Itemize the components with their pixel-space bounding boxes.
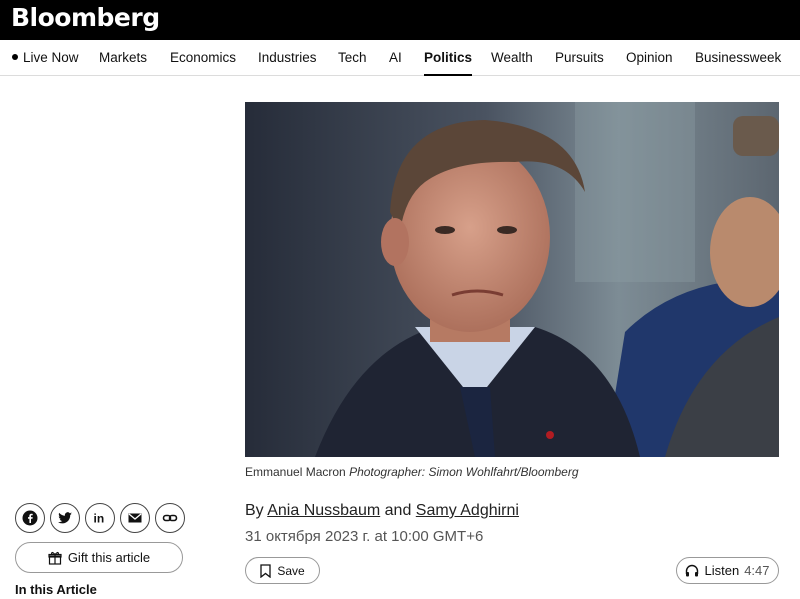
gift-article-button[interactable]: Gift this article xyxy=(15,542,183,573)
headphones-icon xyxy=(686,564,699,577)
nav-item-tech[interactable]: Tech xyxy=(338,50,367,65)
gift-label: Gift this article xyxy=(67,550,151,565)
publish-date: 31 октября 2023 г. at 10:00 GMT+6 xyxy=(245,528,484,545)
nav-item-label: Live Now xyxy=(23,50,79,65)
live-dot-icon xyxy=(12,54,18,60)
bookmark-icon xyxy=(260,563,271,578)
svg-text:in: in xyxy=(94,512,105,526)
nav-item-opinion[interactable]: Opinion xyxy=(626,50,673,65)
email-icon[interactable] xyxy=(120,503,150,533)
nav-item-businessweek[interactable]: Businessweek xyxy=(695,50,781,65)
bloomberg-logo[interactable]: Bloomberg xyxy=(11,3,160,32)
in-this-article-heading: In this Article xyxy=(15,582,97,597)
nav-item-politics[interactable]: Politics xyxy=(424,50,473,76)
facebook-icon[interactable] xyxy=(15,503,45,533)
listen-label: Listen xyxy=(704,563,740,578)
byline-prefix: By xyxy=(245,502,264,519)
nav-item-industries[interactable]: Industries xyxy=(258,50,317,65)
author-link-2[interactable]: Samy Adghirni xyxy=(416,502,519,519)
section-nav: Live Now Markets Economics Industries Te… xyxy=(0,40,800,76)
byline: By Ania Nussbaum and Samy Adghirni xyxy=(245,502,519,520)
caption-credit: Photographer: Simon Wohlfahrt/Bloomberg xyxy=(349,465,579,479)
photo-caption: Emmanuel Macron Photographer: Simon Wohl… xyxy=(245,465,579,479)
link-icon[interactable] xyxy=(155,503,185,533)
top-bar: Bloomberg xyxy=(0,0,800,40)
linkedin-icon[interactable]: in xyxy=(85,503,115,533)
twitter-icon[interactable] xyxy=(50,503,80,533)
nav-item-live-now[interactable]: Live Now xyxy=(12,50,79,65)
save-button[interactable]: Save xyxy=(245,557,320,584)
nav-item-markets[interactable]: Markets xyxy=(99,50,147,65)
listen-duration: 4:47 xyxy=(744,563,770,578)
nav-item-economics[interactable]: Economics xyxy=(170,50,236,65)
gift-icon xyxy=(48,551,62,565)
byline-and: and xyxy=(384,502,412,519)
nav-item-pursuits[interactable]: Pursuits xyxy=(555,50,604,65)
nav-item-wealth[interactable]: Wealth xyxy=(491,50,533,65)
nav-item-ai[interactable]: AI xyxy=(389,50,402,65)
hero-photo xyxy=(245,102,779,457)
save-label: Save xyxy=(277,563,305,578)
author-link-1[interactable]: Ania Nussbaum xyxy=(267,502,380,519)
listen-button[interactable]: Listen 4:47 xyxy=(676,557,779,584)
caption-subject: Emmanuel Macron xyxy=(245,465,346,479)
